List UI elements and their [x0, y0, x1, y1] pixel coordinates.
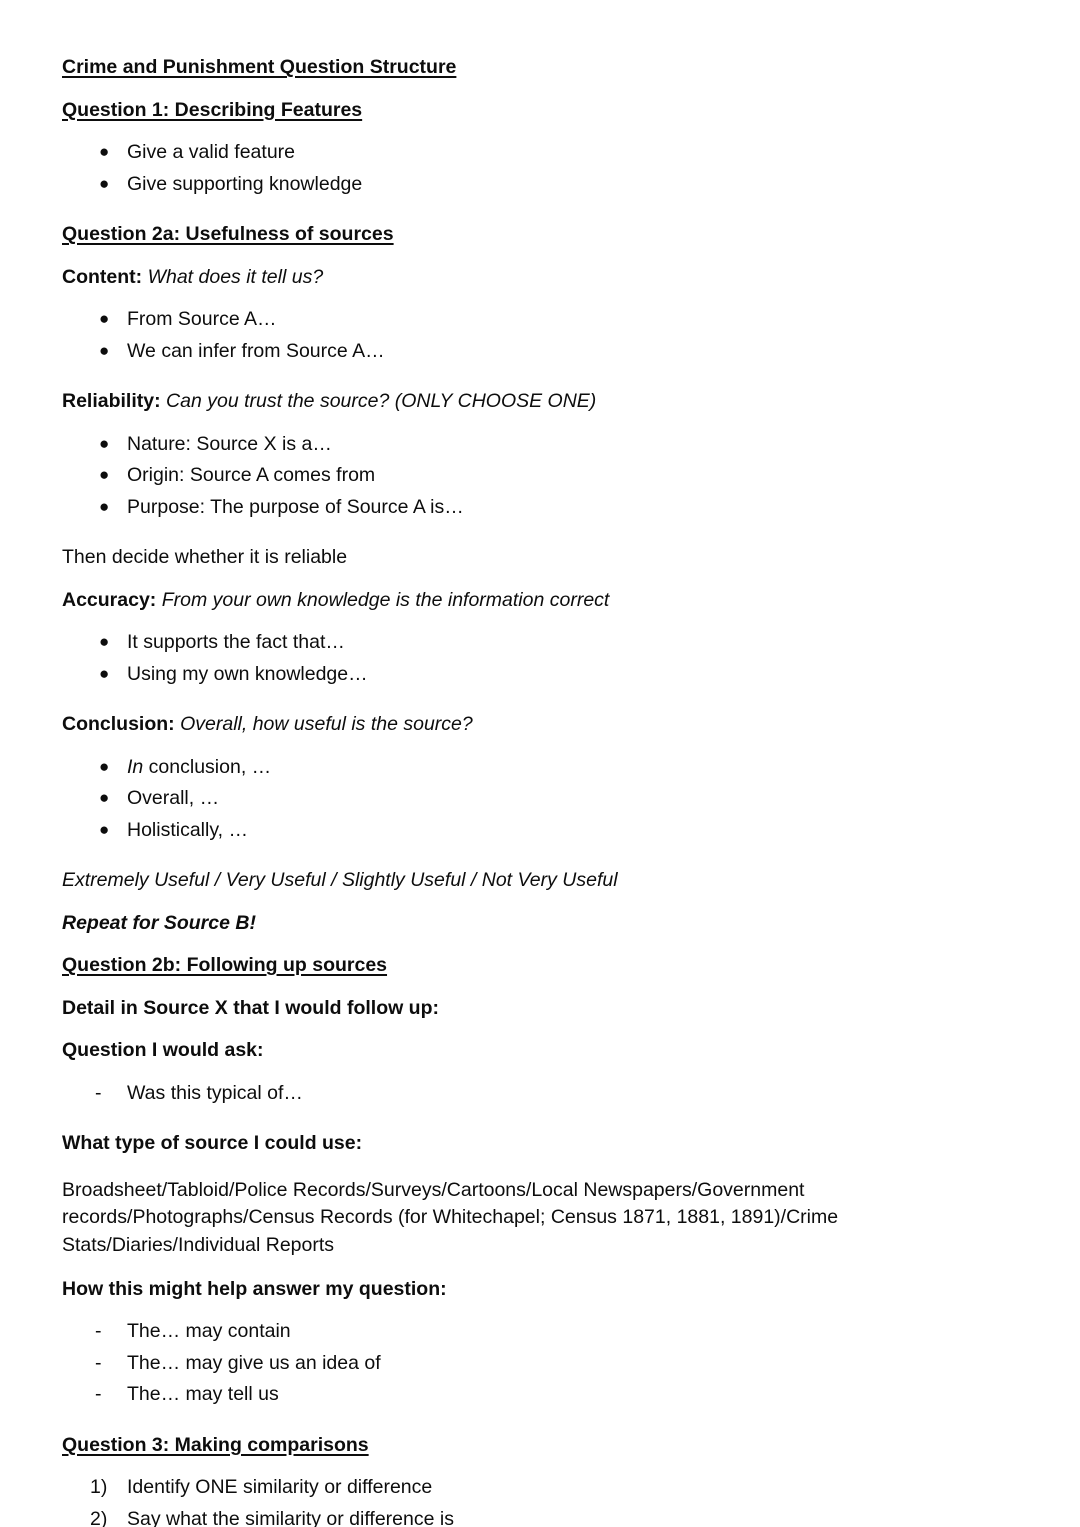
list-accuracy-bullets: ● It supports the fact that… ● Using my …: [62, 631, 1018, 685]
list-item-lead: In: [127, 755, 144, 778]
list-item-label: Origin: Source A comes from: [127, 464, 376, 486]
list-conclusion-bullets: ● In conclusion, … ● Overall, … ● Holistica…: [62, 755, 1018, 841]
list-item-label: We can infer from Source A…: [127, 339, 385, 362]
heading-question-3-text: Question 3: Making comparisons: [62, 1433, 369, 1456]
list-question-3-steps: 1) Identify ONE similarity or difference…: [62, 1476, 1018, 1527]
document-page: Crime and Punishment Question Structure …: [0, 0, 1080, 1527]
question-i-would-ask-label: Question I would ask:: [62, 1039, 264, 1061]
list-how-this-helps: - The… may contain - The… may give us an…: [62, 1320, 1018, 1406]
list-item-label: Purpose: The purpose of Source A is…: [127, 495, 464, 518]
dash-icon: -: [95, 1383, 102, 1406]
dash-icon: -: [95, 1081, 102, 1104]
bullet-icon: ●: [99, 340, 110, 360]
conclusion-prompt-line: Conclusion: Overall, how useful is the s…: [62, 713, 1018, 735]
list-item-label: The… may contain: [127, 1320, 291, 1343]
list-item: ● Overall, …: [62, 787, 1018, 809]
bullet-icon: ●: [99, 173, 110, 193]
reliability-prompt-line: Reliability: Can you trust the source? (…: [62, 390, 1018, 412]
list-content-bullets: ● From Source A… ● We can infer from Sou…: [62, 308, 1018, 362]
bullet-icon: ●: [99, 309, 110, 328]
list-item-label: From Source A…: [127, 308, 277, 330]
list-item-label: Holistically, …: [127, 818, 248, 841]
list-item: 2) Say what the similarity or difference…: [62, 1507, 1018, 1527]
accuracy-prompt: From your own knowledge is the informati…: [161, 588, 610, 611]
bullet-icon: ●: [99, 756, 110, 776]
bullet-icon: ●: [99, 142, 110, 161]
bullet-icon: ●: [99, 663, 110, 683]
list-item-label: The… may give us an idea of: [127, 1351, 381, 1374]
how-this-helps-label: How this might help answer my question:: [62, 1277, 447, 1300]
list-item: ● Using my own knowledge…: [62, 662, 1018, 685]
bullet-icon: ●: [99, 465, 110, 484]
dash-icon: -: [95, 1320, 102, 1343]
list-question-i-would-ask: - Was this typical of…: [62, 1081, 1018, 1104]
list-item-label: Nature: Source X is a…: [127, 432, 332, 455]
list-question-1-bullets: ● Give a valid feature ● Give supporting…: [62, 141, 1018, 195]
dash-icon: -: [95, 1351, 102, 1374]
list-item: ● In conclusion, …: [62, 755, 1018, 778]
content-prompt: What does it tell us?: [147, 265, 324, 288]
list-item: 1) Identify ONE similarity or difference: [62, 1476, 1018, 1499]
heading-question-2b: Question 2b: Following up sources: [62, 954, 1018, 976]
list-reliability-bullets: ● Nature: Source X is a… ● Origin: Sourc…: [62, 432, 1018, 518]
accuracy-label: Accuracy:: [62, 588, 157, 611]
list-item-label: It supports the fact that…: [127, 631, 345, 653]
list-item-label: Give a valid feature: [127, 141, 296, 163]
detail-follow-up-label: Detail in Source X that I would follow u…: [62, 996, 440, 1019]
list-item: ● Nature: Source X is a…: [62, 432, 1018, 455]
bullet-icon: ●: [99, 788, 110, 807]
document-title-text: Crime and Punishment Question Structure: [62, 56, 457, 78]
list-item: - Was this typical of…: [62, 1081, 1018, 1104]
bullet-icon: ●: [99, 433, 110, 453]
conclusion-prompt: Overall, how useful is the source?: [180, 713, 473, 735]
heading-question-1: Question 1: Describing Features: [62, 98, 1018, 121]
bullet-icon: ●: [99, 632, 110, 651]
list-marker: 2): [90, 1507, 108, 1527]
list-item-label: The… may tell us: [127, 1383, 279, 1406]
list-item: ● Holistically, …: [62, 818, 1018, 841]
list-item: ● Give a valid feature: [62, 141, 1018, 163]
list-item: - The… may give us an idea of: [62, 1351, 1018, 1374]
list-item-label: Say what the similarity or difference is: [127, 1507, 454, 1527]
content-label: Content:: [62, 265, 143, 288]
list-item-label: Using my own knowledge…: [127, 662, 368, 685]
list-item: ● We can infer from Source A…: [62, 339, 1018, 362]
heading-question-3: Question 3: Making comparisons: [62, 1433, 1018, 1456]
list-item-label: conclusion, …: [143, 755, 272, 778]
heading-question-2a-text: Question 2a: Usefulness of sources: [62, 223, 394, 245]
list-item-label: Was this typical of…: [127, 1081, 303, 1104]
list-item: ● From Source A…: [62, 308, 1018, 330]
document-title: Crime and Punishment Question Structure: [62, 56, 1018, 78]
heading-question-2a: Question 2a: Usefulness of sources: [62, 223, 1018, 245]
source-types-paragraph: Broadsheet/Tabloid/Police Records/Survey…: [62, 1178, 839, 1256]
conclusion-label: Conclusion:: [62, 713, 175, 735]
reliability-note: Then decide whether it is reliable: [62, 546, 348, 568]
bullet-icon: ●: [99, 819, 110, 839]
bullet-icon: ●: [99, 496, 110, 516]
usefulness-scale: Extremely Useful / Very Useful / Slightl…: [62, 869, 618, 891]
list-item: - The… may contain: [62, 1320, 1018, 1343]
list-item: ● It supports the fact that…: [62, 631, 1018, 653]
list-item: ● Purpose: The purpose of Source A is…: [62, 495, 1018, 518]
source-type-label: What type of source I could use:: [62, 1132, 363, 1154]
list-item: - The… may tell us: [62, 1383, 1018, 1406]
content-prompt-line: Content: What does it tell us?: [62, 265, 1018, 288]
list-item-label: Overall, …: [127, 787, 220, 809]
reliability-prompt: Can you trust the source? (ONLY CHOOSE O…: [166, 390, 597, 412]
list-item: ● Origin: Source A comes from: [62, 464, 1018, 486]
accuracy-prompt-line: Accuracy: From your own knowledge is the…: [62, 588, 1018, 611]
heading-question-2b-text: Question 2b: Following up sources: [62, 954, 388, 976]
repeat-source-b: Repeat for Source B!: [62, 911, 256, 934]
heading-question-1-text: Question 1: Describing Features: [62, 98, 363, 121]
list-item: ● Give supporting knowledge: [62, 172, 1018, 195]
list-marker: 1): [90, 1476, 108, 1499]
list-item-label: Give supporting knowledge: [127, 172, 363, 195]
reliability-label: Reliability:: [62, 390, 161, 412]
list-item-label: Identify ONE similarity or difference: [127, 1476, 433, 1499]
